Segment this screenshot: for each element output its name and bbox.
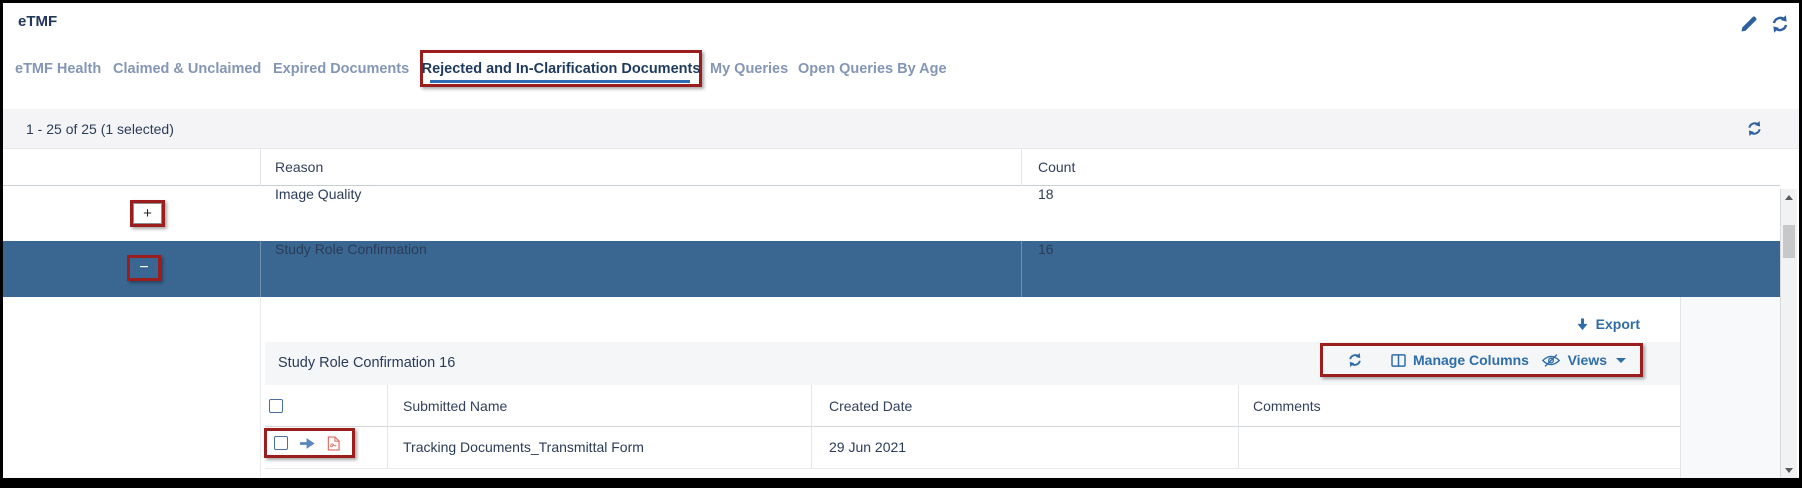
detail-panel-gutter [1680,297,1780,478]
table-row-study-role-confirmation-selected[interactable] [3,241,1780,297]
refresh-results-button[interactable] [1746,120,1763,137]
column-header-created-date[interactable]: Created Date [829,385,912,427]
views-label: Views [1568,352,1607,368]
annotation-box-row-actions [264,428,355,458]
scroll-up-button[interactable] [1781,189,1797,205]
refresh-dashboard-button[interactable] [1770,14,1790,34]
triangle-down-icon [1785,468,1793,473]
tab-rejected-in-clarification[interactable]: Rejected and In-Clarification Documents [422,61,701,77]
pdf-file-icon[interactable] [327,436,340,451]
annotation-box-collapse-button: − [127,255,161,281]
manage-columns-button[interactable]: Manage Columns [1391,352,1529,368]
annotation-box-expand-button: + [130,200,165,227]
cell-reason: Study Role Confirmation [275,241,427,297]
go-to-document-arrow-icon[interactable] [299,437,316,450]
cell-count: 16 [1038,241,1054,297]
refresh-icon [1770,14,1790,34]
collapse-row-button[interactable]: − [130,258,158,278]
column-header-submitted-name[interactable]: Submitted Name [403,385,507,427]
cell-submitted-name[interactable]: Tracking Documents_Transmittal Form [403,427,644,468]
export-link[interactable]: Export [1403,312,1640,336]
results-status-bar [3,109,1799,149]
caret-down-icon [1616,358,1626,363]
column-divider [1021,241,1022,297]
edit-dashboard-button[interactable] [1739,14,1759,34]
cell-created-date: 29 Jun 2021 [829,427,906,468]
row-checkbox[interactable] [274,436,288,450]
download-arrow-icon [1576,317,1589,332]
scroll-down-button[interactable] [1781,462,1797,478]
table-row-border [265,468,1680,469]
select-all-checkbox[interactable] [269,399,283,413]
tab-open-queries-by-age[interactable]: Open Queries By Age [798,58,947,80]
etmf-dashboard-window: eTMF eTMF Health Claimed & Unclaimed Exp… [0,0,1802,488]
scrollbar-thumb[interactable] [1783,225,1795,258]
annotation-box-grid-toolbar: Manage Columns Views [1320,343,1643,377]
page-title: eTMF [18,13,57,30]
refresh-grid-button[interactable] [1347,352,1363,368]
results-count-text: 1 - 25 of 25 (1 selected) [26,109,174,149]
cell-count: 18 [1038,186,1054,241]
refresh-icon [1746,120,1763,137]
triangle-up-icon [1785,195,1793,200]
reasons-table-header [3,149,1780,186]
column-header-reason[interactable]: Reason [275,149,323,186]
expand-row-button[interactable]: + [133,203,162,224]
pencil-icon [1739,14,1759,34]
table-row-image-quality[interactable] [3,186,1780,241]
tab-expired-documents[interactable]: Expired Documents [273,58,409,80]
column-header-count[interactable]: Count [1038,149,1075,186]
eye-slash-icon [1541,353,1561,368]
manage-columns-label: Manage Columns [1413,352,1529,368]
columns-icon [1391,354,1406,367]
tab-etmf-health[interactable]: eTMF Health [15,58,101,80]
column-divider [260,241,261,297]
column-header-comments[interactable]: Comments [1253,385,1321,427]
annotation-box-active-tab: Rejected and In-Clarification Documents [420,50,702,87]
vertical-scrollbar[interactable] [1780,189,1797,478]
column-divider [260,297,261,478]
tab-my-queries[interactable]: My Queries [710,58,788,80]
active-tab-underline [430,80,690,83]
views-dropdown-button[interactable]: Views [1541,352,1626,368]
tab-claimed-unclaimed[interactable]: Claimed & Unclaimed [113,58,261,80]
screenshot-bottom-border [3,478,1799,485]
export-label: Export [1596,316,1640,332]
detail-panel-heading: Study Role Confirmation 16 [278,342,455,385]
cell-reason: Image Quality [275,186,361,241]
refresh-icon [1347,352,1363,368]
